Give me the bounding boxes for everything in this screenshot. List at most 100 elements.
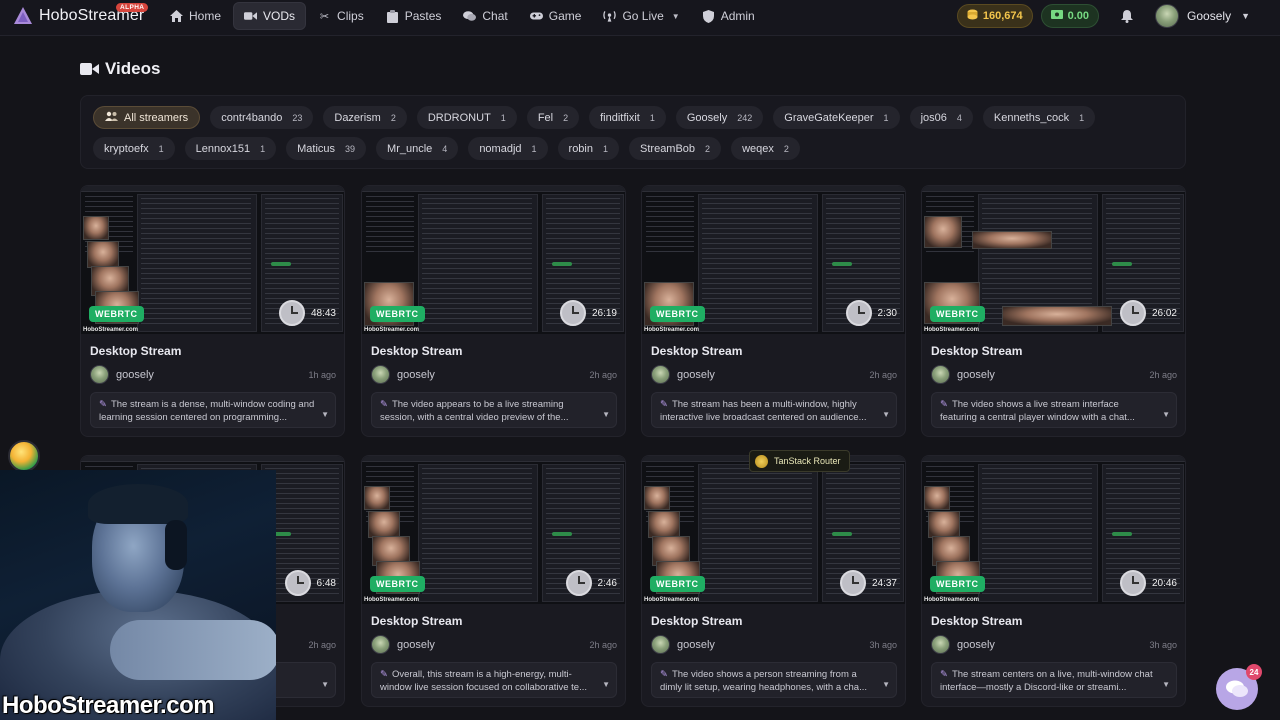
thumb-face xyxy=(924,486,950,510)
filter-chip[interactable]: All streamers xyxy=(93,106,201,129)
nav-admin[interactable]: Admin xyxy=(692,2,765,30)
vod-thumbnail[interactable]: WEBRTC HoboStreamer.com 26:19 xyxy=(362,186,625,334)
filter-chip[interactable]: Fel 2 xyxy=(526,106,580,129)
vod-card[interactable]: WEBRTC HoboStreamer.com 20:46 Desktop St… xyxy=(921,455,1186,707)
vod-username[interactable]: goosely xyxy=(397,639,435,651)
vod-title[interactable]: Desktop Stream xyxy=(931,344,1022,358)
filter-chip-label: Maticus xyxy=(297,142,336,155)
avatar[interactable] xyxy=(651,635,670,654)
ai-summary[interactable]: ✎ The video appears to be a live streamin… xyxy=(371,392,617,428)
vod-username[interactable]: goosely xyxy=(957,639,995,651)
vod-title[interactable]: Desktop Stream xyxy=(371,614,462,628)
webrtc-badge: WEBRTC xyxy=(89,306,144,322)
nav-vods[interactable]: VODs xyxy=(233,2,307,30)
vod-title[interactable]: Desktop Stream xyxy=(90,344,181,358)
thumb-text-lines xyxy=(422,468,532,598)
vod-username[interactable]: goosely xyxy=(397,369,435,381)
ai-summary[interactable]: ✎ The stream has been a multi-window, hig… xyxy=(651,392,897,428)
chat-fab-button[interactable]: 24 xyxy=(1216,664,1262,710)
ai-summary[interactable]: ✎ The stream is a dense, multi-window cod… xyxy=(90,392,336,428)
thumb-topbar xyxy=(922,456,1185,462)
filter-chip[interactable]: Mr_uncle 4 xyxy=(376,137,459,160)
magic-wand-icon: ✎ xyxy=(660,669,668,680)
filter-chip[interactable]: robin 1 xyxy=(557,137,620,160)
filter-chip-label: contr4bando xyxy=(221,111,283,124)
notifications-button[interactable] xyxy=(1113,4,1141,28)
ai-summary-text: Overall, this stream is a high-energy, m… xyxy=(380,669,588,693)
filter-chip[interactable]: Maticus 39 xyxy=(286,137,367,160)
filter-chip[interactable]: jos06 4 xyxy=(909,106,973,129)
ai-summary[interactable]: ✎ Overall, this stream is a high-energy, … xyxy=(371,662,617,698)
filter-chip-label: All streamers xyxy=(124,111,189,124)
vod-thumbnail[interactable]: WEBRTC HoboStreamer.com 24:37 xyxy=(642,456,905,604)
filter-chip[interactable]: GraveGateKeeper 1 xyxy=(773,106,900,129)
user-menu[interactable]: Goosely ▼ xyxy=(1155,4,1250,28)
vod-title[interactable]: Desktop Stream xyxy=(931,614,1022,628)
vod-card[interactable]: WEBRTC HoboStreamer.com 48:43 Desktop St… xyxy=(80,185,345,437)
webrtc-badge: WEBRTC xyxy=(370,576,425,592)
filter-chip[interactable]: weqex 2 xyxy=(731,137,800,160)
filter-chip[interactable]: DRDRONUT 1 xyxy=(416,106,517,129)
ai-summary[interactable]: ✎ The stream centers on a live, multi-win… xyxy=(931,662,1177,698)
filter-chip[interactable]: nomadjd 1 xyxy=(468,137,548,160)
vod-username[interactable]: goosely xyxy=(116,369,154,381)
thumb-watermark: HoboStreamer.com xyxy=(924,597,980,603)
avatar[interactable] xyxy=(931,635,950,654)
webcam-overlay: HoboStreamer.com xyxy=(0,470,276,720)
avatar[interactable] xyxy=(651,365,670,384)
vod-title[interactable]: Desktop Stream xyxy=(651,614,742,628)
ai-summary[interactable]: ✎ The video shows a person streaming from… xyxy=(651,662,897,698)
broadcast-icon xyxy=(603,10,617,23)
filter-chip[interactable]: StreamBob 2 xyxy=(629,137,722,160)
vod-thumbnail[interactable]: WEBRTC HoboStreamer.com 2:46 xyxy=(362,456,625,604)
vod-card[interactable]: WEBRTC HoboStreamer.com 2:30 Desktop Str… xyxy=(641,185,906,437)
filter-chip[interactable]: Dazerism 2 xyxy=(323,106,407,129)
filter-chip[interactable]: Lennox151 1 xyxy=(184,137,277,160)
filter-chip[interactable]: kryptoefx 1 xyxy=(93,137,175,160)
thumb-text-lines xyxy=(702,468,812,598)
tanstack-router-tooltip[interactable]: TanStack Router xyxy=(749,450,850,472)
coins-balance[interactable]: 160,674 xyxy=(956,4,1033,28)
filter-chip[interactable]: finditfixit 1 xyxy=(589,106,666,129)
vod-thumbnail[interactable]: WEBRTC HoboStreamer.com 20:46 xyxy=(922,456,1185,604)
tooltip-text: TanStack Router xyxy=(774,456,841,466)
ai-summary[interactable]: ✎ The video shows a live stream interface… xyxy=(931,392,1177,428)
vod-username[interactable]: goosely xyxy=(957,369,995,381)
filter-chip[interactable]: Goosely 242 xyxy=(675,106,764,129)
vod-meta: goosely 2h ago xyxy=(931,365,1177,384)
vod-card[interactable]: WEBRTC HoboStreamer.com 26:02 Desktop St… xyxy=(921,185,1186,437)
vod-thumbnail[interactable]: WEBRTC HoboStreamer.com 48:43 xyxy=(81,186,344,334)
tanstack-logo-icon xyxy=(755,454,768,468)
brand-logo-link[interactable]: HoboStreamer ALPHA xyxy=(12,3,149,27)
avatar[interactable] xyxy=(931,365,950,384)
vod-title[interactable]: Desktop Stream xyxy=(651,344,742,358)
filter-chip[interactable]: contr4bando 23 xyxy=(210,106,314,129)
nav-home[interactable]: Home xyxy=(160,2,231,30)
avatar[interactable] xyxy=(371,365,390,384)
vod-thumbnail[interactable]: WEBRTC HoboStreamer.com 26:02 xyxy=(922,186,1185,334)
vod-card[interactable]: WEBRTC HoboStreamer.com 24:37 Desktop St… xyxy=(641,455,906,707)
filter-chip-count: 2 xyxy=(563,112,569,123)
vod-username[interactable]: goosely xyxy=(677,369,715,381)
duration: 48:43 xyxy=(278,300,336,326)
filter-chip[interactable]: Kenneths_cock 1 xyxy=(982,106,1096,129)
avatar[interactable] xyxy=(90,365,109,384)
vod-username[interactable]: goosely xyxy=(677,639,715,651)
chevron-down-icon: ▼ xyxy=(321,410,329,419)
nav-pastes[interactable]: Pastes xyxy=(376,2,452,30)
nav-go-live[interactable]: Go Live ▼ xyxy=(593,2,689,30)
filter-chip-count: 1 xyxy=(500,112,506,123)
chevron-down-icon: ▼ xyxy=(882,680,890,689)
avatar[interactable] xyxy=(371,635,390,654)
filter-chip-label: finditfixit xyxy=(600,111,640,124)
vod-title[interactable]: Desktop Stream xyxy=(371,344,462,358)
cash-balance[interactable]: 0.00 xyxy=(1040,4,1100,28)
nav-clips[interactable]: ✂ Clips xyxy=(308,2,374,30)
vod-thumbnail[interactable]: WEBRTC HoboStreamer.com 2:30 xyxy=(642,186,905,334)
nav-game[interactable]: Game xyxy=(520,2,592,30)
nav-chat[interactable]: Chat xyxy=(453,2,517,30)
filter-chip-count: 2 xyxy=(705,143,711,154)
vod-card[interactable]: WEBRTC HoboStreamer.com 26:19 Desktop St… xyxy=(361,185,626,437)
ai-summary-text: The video shows a live stream interface … xyxy=(940,399,1135,423)
vod-card[interactable]: WEBRTC HoboStreamer.com 2:46 Desktop Str… xyxy=(361,455,626,707)
